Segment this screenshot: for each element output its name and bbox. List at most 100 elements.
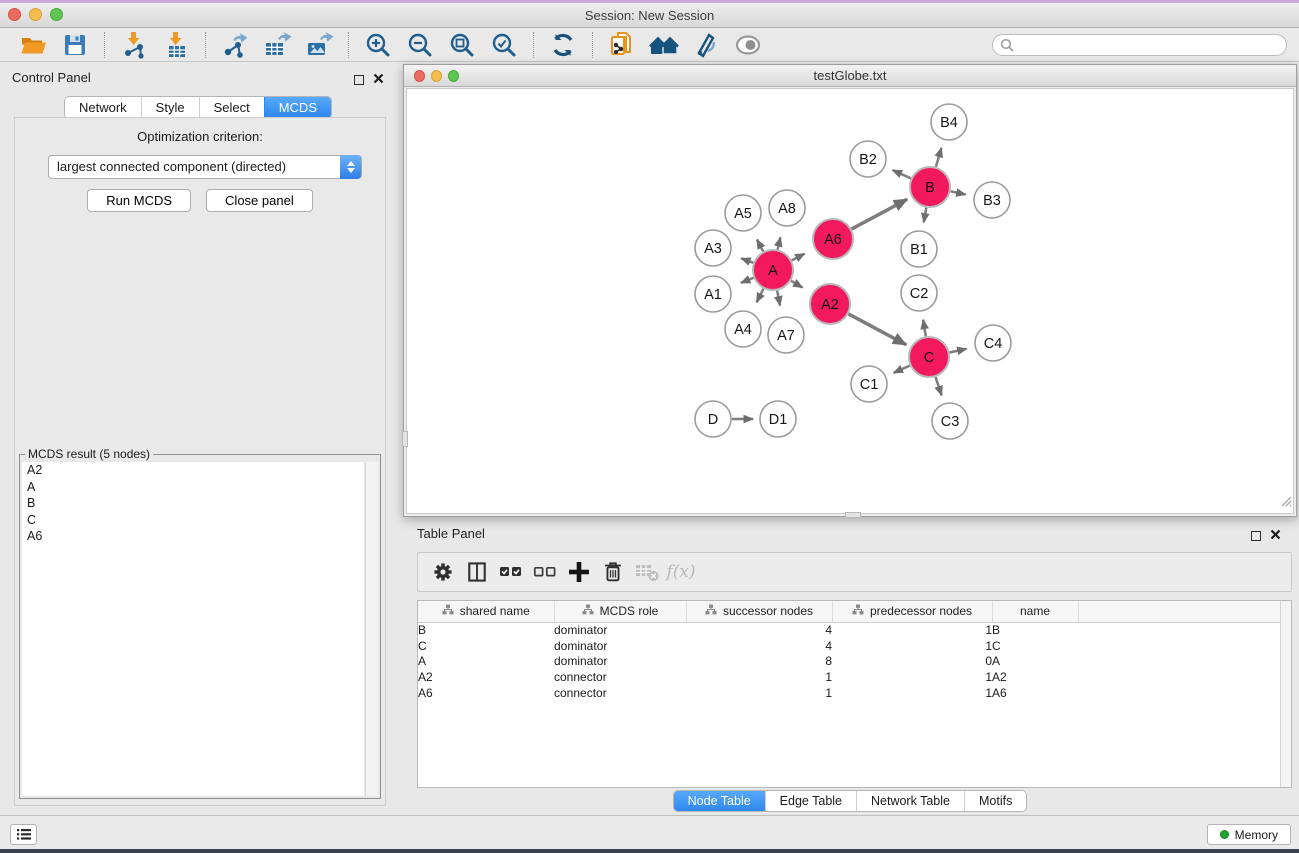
graph-edge-B-B1[interactable]: [924, 208, 927, 223]
network-window-titlebar[interactable]: testGlobe.txt: [404, 65, 1296, 87]
network-graph[interactable]: B4B2BB3A5A8A6A3AB1A1A2C2A4A7C4CC1DD1C3: [407, 89, 1295, 515]
criterion-select[interactable]: largest connected component (directed): [48, 155, 362, 179]
add-column-icon[interactable]: [562, 557, 596, 587]
column-header-successor-nodes[interactable]: successor nodes: [686, 601, 832, 622]
network-close-button[interactable]: [414, 70, 425, 82]
delete-table-icon[interactable]: [630, 557, 664, 587]
delete-columns-icon[interactable]: [596, 557, 630, 587]
graph-node-B1[interactable]: B1: [901, 231, 937, 267]
graph-node-C3[interactable]: C3: [932, 403, 968, 439]
tab-motifs[interactable]: Motifs: [964, 791, 1026, 812]
graph-node-C4[interactable]: C4: [975, 325, 1011, 361]
result-item[interactable]: A2: [22, 462, 364, 479]
graph-edge-A-A6[interactable]: [792, 254, 805, 261]
export-network-icon[interactable]: [220, 31, 250, 59]
close-panel-button[interactable]: Close panel: [206, 189, 313, 212]
column-settings-gear-icon[interactable]: [426, 557, 460, 587]
table-row[interactable]: Adominator80A: [418, 653, 1291, 669]
import-network-icon[interactable]: [119, 31, 149, 59]
network-canvas[interactable]: B4B2BB3A5A8A6A3AB1A1A2C2A4A7C4CC1DD1C3: [406, 88, 1294, 514]
home-icon[interactable]: [649, 31, 679, 59]
graph-edge-A2-C[interactable]: [849, 314, 907, 345]
graph-node-B3[interactable]: B3: [974, 182, 1010, 218]
fit-column-icon[interactable]: [460, 557, 494, 587]
task-history-button[interactable]: [10, 824, 37, 845]
graph-node-A6[interactable]: A6: [813, 219, 853, 259]
import-table-icon[interactable]: [161, 31, 191, 59]
result-item[interactable]: A: [22, 479, 364, 496]
graph-edge-C-C4[interactable]: [950, 349, 967, 353]
graph-edge-B-B2[interactable]: [893, 170, 911, 178]
network-minimize-button[interactable]: [431, 70, 442, 82]
column-header-shared-name[interactable]: shared name: [418, 601, 554, 622]
table-row[interactable]: A2connector11A2: [418, 669, 1291, 685]
graph-node-A8[interactable]: A8: [769, 190, 805, 226]
graph-edge-C-C3[interactable]: [936, 377, 942, 395]
zoom-fit-icon[interactable]: [447, 31, 477, 59]
graph-edge-A6-B[interactable]: [852, 199, 908, 229]
table-row[interactable]: A6connector11A6: [418, 685, 1291, 701]
column-header-MCDS-role[interactable]: MCDS role: [554, 601, 686, 622]
graph-node-A1[interactable]: A1: [695, 276, 731, 312]
left-splitter-handle[interactable]: [402, 431, 408, 447]
float-table-panel-icon[interactable]: [1251, 531, 1261, 541]
graph-edge-B-B4[interactable]: [936, 148, 942, 167]
save-session-icon[interactable]: [60, 31, 90, 59]
export-table-icon[interactable]: [262, 31, 292, 59]
tab-style[interactable]: Style: [141, 97, 199, 118]
select-all-columns-icon[interactable]: [494, 557, 528, 587]
graph-node-A3[interactable]: A3: [695, 230, 731, 266]
export-image-icon[interactable]: [304, 31, 334, 59]
graph-edge-A-A4[interactable]: [757, 289, 764, 303]
zoom-in-icon[interactable]: [363, 31, 393, 59]
graph-node-A7[interactable]: A7: [768, 317, 804, 353]
column-header-predecessor-nodes[interactable]: predecessor nodes: [832, 601, 992, 622]
graph-edge-C-C1[interactable]: [894, 366, 910, 373]
graph-edge-A-A2[interactable]: [791, 281, 803, 288]
network-zoom-button[interactable]: [448, 70, 459, 82]
close-table-panel-icon[interactable]: [1270, 527, 1281, 545]
memory-button[interactable]: Memory: [1207, 824, 1291, 845]
graph-node-B[interactable]: B: [910, 167, 950, 207]
graph-node-A[interactable]: A: [753, 250, 793, 290]
graph-node-C1[interactable]: C1: [851, 366, 887, 402]
graph-edge-A-A8[interactable]: [778, 237, 781, 249]
deselect-all-columns-icon[interactable]: [528, 557, 562, 587]
result-list-scrollbar[interactable]: [365, 462, 378, 796]
table-row[interactable]: Cdominator41C: [418, 638, 1291, 654]
table-scrollbar[interactable]: [1280, 601, 1291, 787]
tab-network[interactable]: Network: [65, 97, 141, 118]
graph-node-A4[interactable]: A4: [725, 311, 761, 347]
table-row[interactable]: Bdominator41B: [418, 622, 1291, 638]
float-panel-icon[interactable]: [354, 75, 364, 85]
show-hide-graphics-icon[interactable]: [733, 31, 763, 59]
graph-edge-C-C2[interactable]: [923, 320, 926, 337]
graph-node-A2[interactable]: A2: [810, 284, 850, 324]
tab-network-table[interactable]: Network Table: [856, 791, 964, 812]
graph-edge-B-B3[interactable]: [951, 191, 966, 194]
run-mcds-button[interactable]: Run MCDS: [87, 189, 191, 212]
graph-edge-A-A7[interactable]: [777, 291, 780, 306]
resize-grip-icon[interactable]: [1279, 494, 1292, 512]
graph-node-C2[interactable]: C2: [901, 275, 937, 311]
search-input[interactable]: [992, 34, 1287, 56]
graph-node-D[interactable]: D: [695, 401, 731, 437]
tab-edge-table[interactable]: Edge Table: [765, 791, 856, 812]
graph-node-B2[interactable]: B2: [850, 141, 886, 177]
result-item[interactable]: C: [22, 512, 364, 529]
zoom-out-icon[interactable]: [405, 31, 435, 59]
graph-edge-A-A1[interactable]: [741, 278, 754, 283]
bottom-splitter-handle[interactable]: [845, 512, 861, 518]
refresh-icon[interactable]: [548, 31, 578, 59]
graph-node-A5[interactable]: A5: [725, 195, 761, 231]
graph-node-D1[interactable]: D1: [760, 401, 796, 437]
open-session-icon[interactable]: [18, 31, 48, 59]
graph-edge-A-A5[interactable]: [757, 240, 763, 252]
tab-node-table[interactable]: Node Table: [674, 791, 765, 812]
result-item[interactable]: B: [22, 495, 364, 512]
close-panel-icon[interactable]: [373, 71, 384, 89]
graph-node-C[interactable]: C: [909, 337, 949, 377]
column-header-name[interactable]: name: [992, 601, 1078, 622]
annotation-toggle-icon[interactable]: [691, 31, 721, 59]
new-network-from-selection-icon[interactable]: [607, 31, 637, 59]
